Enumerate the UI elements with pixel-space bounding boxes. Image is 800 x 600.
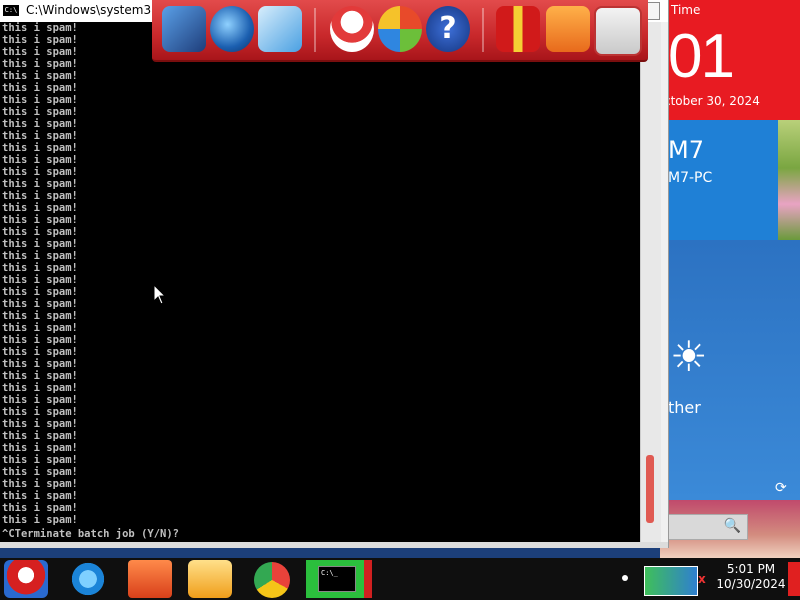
console-line: this i spam!: [2, 322, 78, 334]
console-line: this i spam!: [2, 94, 78, 106]
console-line: this i spam!: [2, 358, 78, 370]
clock-time: 5:01 PM: [726, 562, 776, 576]
console-line: this i spam!: [2, 46, 78, 58]
console-line: this i spam!: [2, 190, 78, 202]
time-label: Time: [671, 3, 701, 17]
console-line: this i spam!: [2, 334, 78, 346]
start-button[interactable]: [4, 560, 48, 598]
console-line: this i spam!: [2, 58, 78, 70]
user-name: M7: [668, 136, 704, 164]
dock-launcher: ?: [152, 0, 648, 62]
console-line: this i spam!: [2, 250, 78, 262]
console-line: this i spam!: [2, 490, 78, 502]
internet-explorer-icon[interactable]: [66, 560, 110, 598]
recycle-bin-icon[interactable]: [594, 6, 642, 56]
console-prompt: ^CTerminate batch job (Y/N)?: [2, 528, 180, 540]
console-line: this i spam!: [2, 418, 78, 430]
console-line: this i spam!: [2, 514, 78, 526]
console-line: this i spam!: [2, 442, 78, 454]
file-explorer-icon[interactable]: [128, 560, 172, 598]
pc-name: M7-PC: [668, 170, 713, 186]
console-line: this i spam!: [2, 502, 78, 514]
window-control-button[interactable]: [646, 2, 660, 20]
help-icon[interactable]: ?: [426, 6, 470, 52]
console-line: this i spam!: [2, 454, 78, 466]
console-line: this i spam!: [2, 142, 78, 154]
console-line: this i spam!: [2, 478, 78, 490]
taskbar-clock[interactable]: 5:01 PM 10/30/2024: [716, 562, 786, 592]
window-bottom-edge: [0, 542, 668, 548]
media-player-icon[interactable]: [188, 560, 232, 598]
window-title: C:\Windows\system32\: [26, 3, 163, 17]
search-icon[interactable]: 🔍: [724, 518, 741, 534]
console-window[interactable]: C:\ C:\Windows\system32\ this i spam! thi…: [0, 0, 669, 548]
tray-close-icon[interactable]: x: [698, 572, 712, 586]
control-panel-icon[interactable]: [258, 6, 302, 52]
vertical-scrollbar[interactable]: [640, 22, 661, 542]
console-line: this i spam!: [2, 274, 78, 286]
console-line: this i spam!: [2, 346, 78, 358]
console-line: this i spam!: [2, 70, 78, 82]
gift-icon[interactable]: [496, 6, 540, 52]
console-line: this i spam!: [2, 106, 78, 118]
console-line: this i spam!: [2, 130, 78, 142]
scrollbar-thumb[interactable]: [646, 455, 654, 523]
user-gadget[interactable]: M7 M7-PC: [660, 120, 778, 240]
console-line: this i spam!: [2, 286, 78, 298]
console-lines: this i spam! this i spam! this i spam! this…: [2, 22, 78, 526]
time-gadget[interactable]: Time 01 ctober 30, 2024: [660, 0, 800, 120]
console-line: this i spam!: [2, 118, 78, 130]
console-line: this i spam!: [2, 262, 78, 274]
photo-gadget[interactable]: [778, 120, 800, 240]
console-line: this i spam!: [2, 22, 78, 34]
console-line: this i spam!: [2, 310, 78, 322]
console-line: this i spam!: [2, 226, 78, 238]
snowman-icon[interactable]: [330, 6, 374, 52]
console-line: this i spam!: [2, 34, 78, 46]
time-big: 01: [668, 22, 735, 91]
weather-label: ther: [668, 398, 701, 417]
cmd-taskbar-icon: C:\_: [318, 566, 356, 592]
show-desktop-button[interactable]: [788, 562, 800, 596]
refresh-icon[interactable]: ⟳: [775, 480, 787, 496]
console-line: this i spam!: [2, 178, 78, 190]
console-output[interactable]: this i spam! this i spam! this i spam! this…: [0, 22, 640, 542]
dock-separator: [482, 8, 484, 52]
sun-icon: ☀: [670, 332, 708, 381]
folder-icon[interactable]: [546, 6, 590, 52]
console-line: this i spam!: [2, 154, 78, 166]
clock-date: 10/30/2024: [716, 577, 786, 591]
console-line: this i spam!: [2, 82, 78, 94]
weather-gadget[interactable]: ☀ ther ⟳: [660, 240, 800, 500]
console-line: this i spam!: [2, 382, 78, 394]
console-line: this i spam!: [2, 214, 78, 226]
console-line: this i spam!: [2, 370, 78, 382]
taskbar-cmd-button[interactable]: C:\_: [306, 560, 364, 598]
computer-icon[interactable]: [162, 6, 206, 52]
console-line: this i spam!: [2, 166, 78, 178]
console-line: this i spam!: [2, 298, 78, 310]
console-line: this i spam!: [2, 394, 78, 406]
console-line: this i spam!: [2, 406, 78, 418]
taskbar-accent: [364, 560, 372, 598]
cmd-icon: C:\: [3, 5, 19, 16]
search-input[interactable]: 🔍: [664, 514, 748, 540]
mouse-cursor-icon: [153, 283, 167, 305]
console-line: this i spam!: [2, 202, 78, 214]
globe-icon[interactable]: [210, 6, 254, 52]
console-line: this i spam!: [2, 466, 78, 478]
network-icon[interactable]: [644, 566, 698, 596]
tray-indicator-icon[interactable]: [622, 575, 628, 581]
chrome-icon[interactable]: [254, 562, 290, 598]
console-line: this i spam!: [2, 430, 78, 442]
windows-icon[interactable]: [378, 6, 422, 52]
date-line: ctober 30, 2024: [664, 94, 760, 108]
dock-separator: [314, 8, 316, 52]
console-line: this i spam!: [2, 238, 78, 250]
